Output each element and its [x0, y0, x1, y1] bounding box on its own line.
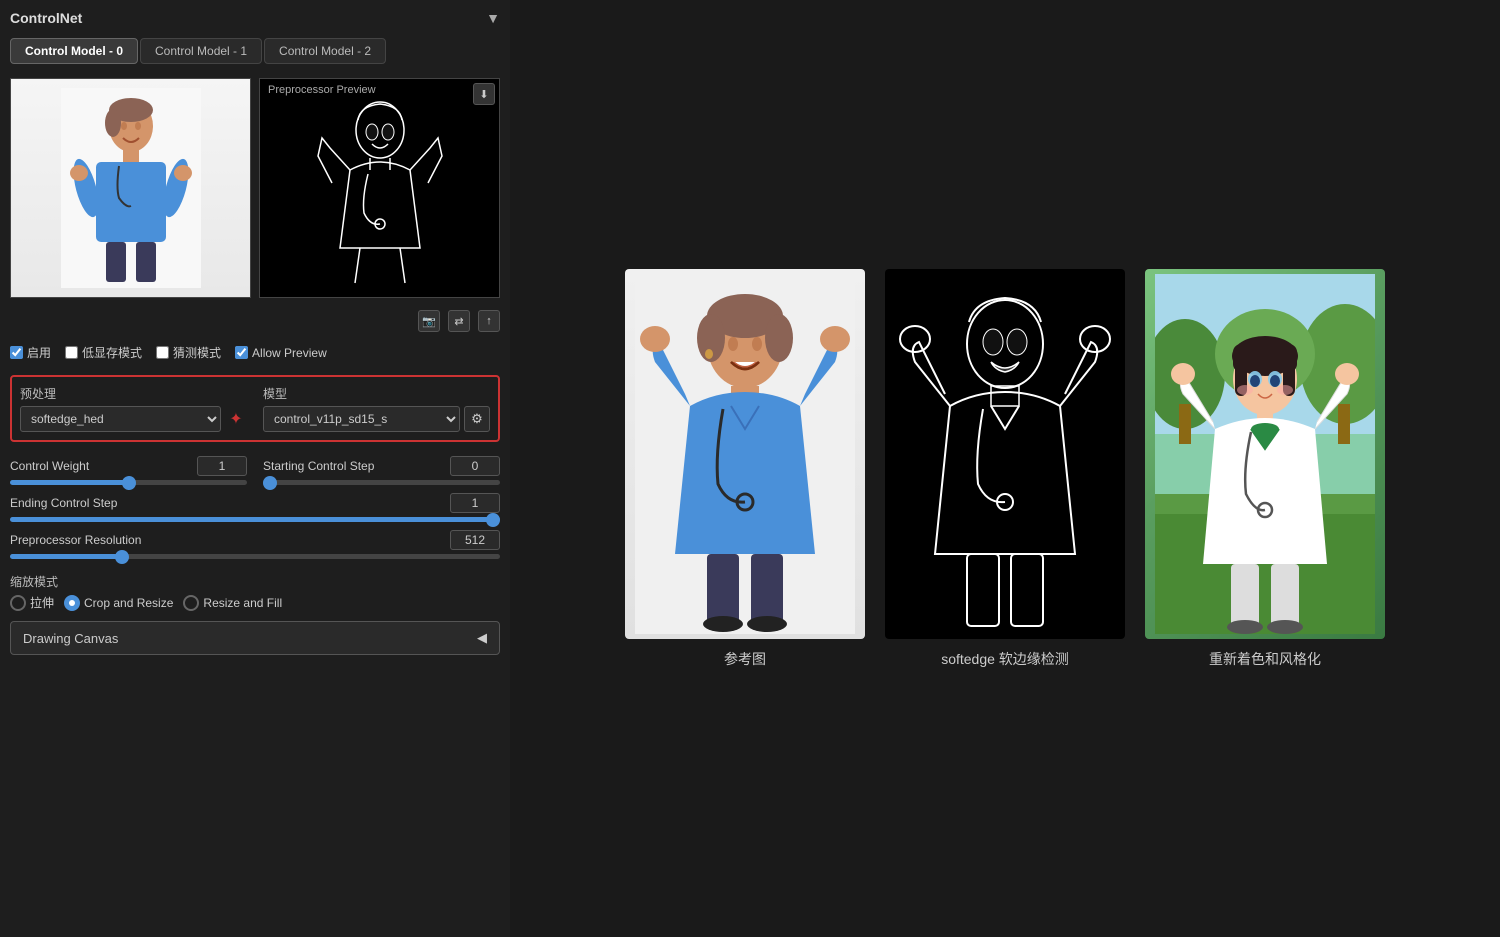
radio-resize-fill[interactable]: Resize and Fill [183, 595, 282, 611]
radio-stretch-dot[interactable] [10, 595, 26, 611]
nurse-illustration-svg [61, 88, 201, 288]
radio-crop-resize-dot[interactable] [64, 595, 80, 611]
ending-step-value[interactable]: 1 [450, 493, 500, 513]
radio-crop-resize[interactable]: Crop and Resize [64, 595, 173, 611]
starting-step-header: Starting Control Step 0 [263, 456, 500, 476]
ending-step-slider-row: Ending Control Step 1 [10, 493, 500, 522]
gallery-image-softedge [885, 269, 1125, 639]
softedge-gallery-image [885, 269, 1125, 639]
panel-title: ControlNet [10, 10, 82, 26]
radio-resize-fill-dot[interactable] [183, 595, 199, 611]
tab-control-model-0[interactable]: Control Model - 0 [10, 38, 138, 64]
anime-gallery-svg [1155, 274, 1375, 634]
zoom-mode-section: 缩放模式 拉伸 Crop and Resize Resize and Fill [10, 573, 500, 611]
starting-step-value[interactable]: 0 [450, 456, 500, 476]
preprocessor-res-slider-row: Preprocessor Resolution 512 [10, 530, 500, 559]
upload-btn[interactable]: ↑ [478, 310, 500, 332]
starting-step-slider-row: Starting Control Step 0 [263, 456, 500, 485]
tab-control-model-2[interactable]: Control Model - 2 [264, 38, 386, 64]
preprocessor-preview-box: Preprocessor Preview ⬇ [259, 78, 500, 298]
starting-step-slider[interactable] [263, 480, 500, 485]
preprocessor-select[interactable]: softedge_hed [20, 406, 221, 432]
camera-btn[interactable]: 📷 [418, 310, 440, 332]
star-btn[interactable]: ✦ [225, 408, 247, 430]
preprocessor-col: 预处理 softedge_hed ✦ [20, 385, 247, 432]
toolbar-row: 📷 ⇄ ↑ [10, 310, 500, 332]
preview-image-controls: ⬇ [473, 83, 495, 105]
left-panel: ControlNet ▼ Control Model - 0 Control M… [0, 0, 510, 937]
allow-preview-checkbox-item[interactable]: Allow Preview [235, 346, 327, 360]
control-weight-value[interactable]: 1 [197, 456, 247, 476]
model-section-row: 预处理 softedge_hed ✦ 模型 control_v11p_sd15_… [20, 385, 490, 432]
gallery-item-anime: 重新着色和风格化 [1145, 269, 1385, 669]
low-vram-checkbox[interactable] [65, 346, 78, 359]
download-preview-btn[interactable]: ⬇ [473, 83, 495, 105]
sliders-section: Control Weight 1 Starting Control Step 0… [10, 456, 500, 559]
panel-collapse-arrow[interactable]: ▼ [486, 10, 500, 26]
ending-step-slider[interactable] [10, 517, 500, 522]
control-weight-slider[interactable] [10, 480, 247, 485]
nurse-source-image [11, 79, 250, 297]
ending-step-header: Ending Control Step 1 [10, 493, 500, 513]
preprocessor-select-row: softedge_hed ✦ [20, 406, 247, 432]
tab-control-model-1[interactable]: Control Model - 1 [140, 38, 262, 64]
images-row: 🖼 图像 ↺ ✕ ✎ [10, 78, 500, 298]
preprocessor-res-value[interactable]: 512 [450, 530, 500, 550]
tabs-row: Control Model - 0 Control Model - 1 Cont… [10, 38, 500, 64]
swap-btn[interactable]: ⇄ [448, 310, 470, 332]
anime-gallery-image [1145, 269, 1385, 639]
nurse-gallery-image [625, 269, 865, 639]
allow-preview-checkbox[interactable] [235, 346, 248, 359]
guess-mode-checkbox-item[interactable]: 猜测模式 [156, 344, 221, 361]
preprocessor-preview-label: Preprocessor Preview [264, 83, 380, 97]
preprocessor-res-slider[interactable] [10, 554, 500, 559]
model-col: 模型 control_v11p_sd15_s ⚙ [263, 385, 490, 432]
gallery-image-anime [1145, 269, 1385, 639]
enable-checkbox-item[interactable]: 启用 [10, 344, 51, 361]
edge-preview-image [260, 79, 499, 297]
model-section: 预处理 softedge_hed ✦ 模型 control_v11p_sd15_… [10, 375, 500, 442]
gallery-image-reference [625, 269, 865, 639]
nurse-gallery-svg [635, 274, 855, 634]
enable-checkbox[interactable] [10, 346, 23, 359]
control-weight-slider-row: Control Weight 1 [10, 456, 247, 485]
gallery-item-softedge: softedge 软边缘检测 [885, 269, 1125, 669]
preprocessor-res-header: Preprocessor Resolution 512 [10, 530, 500, 550]
right-panel: 参考图 [510, 0, 1500, 937]
model-select-row: control_v11p_sd15_s ⚙ [263, 406, 490, 432]
edge-detection-svg [300, 88, 460, 288]
source-image-box: 🖼 图像 ↺ ✕ ✎ [10, 78, 251, 298]
zoom-mode-radio-row: 拉伸 Crop and Resize Resize and Fill [10, 594, 500, 611]
softedge-gallery-svg [895, 274, 1115, 634]
control-weight-header: Control Weight 1 [10, 456, 247, 476]
radio-stretch[interactable]: 拉伸 [10, 594, 54, 611]
panel-header: ControlNet ▼ [10, 10, 500, 26]
model-select[interactable]: control_v11p_sd15_s [263, 406, 460, 432]
gallery-row: 参考图 [625, 269, 1385, 669]
guess-mode-checkbox[interactable] [156, 346, 169, 359]
model-refresh-btn[interactable]: ⚙ [464, 406, 490, 432]
drawing-canvas-row[interactable]: Drawing Canvas ◀ [10, 621, 500, 655]
gallery-item-reference: 参考图 [625, 269, 865, 669]
checkboxes-row: 启用 低显存模式 猜测模式 Allow Preview [10, 344, 500, 361]
low-vram-checkbox-item[interactable]: 低显存模式 [65, 344, 142, 361]
two-col-sliders-row: Control Weight 1 Starting Control Step 0 [10, 456, 500, 485]
